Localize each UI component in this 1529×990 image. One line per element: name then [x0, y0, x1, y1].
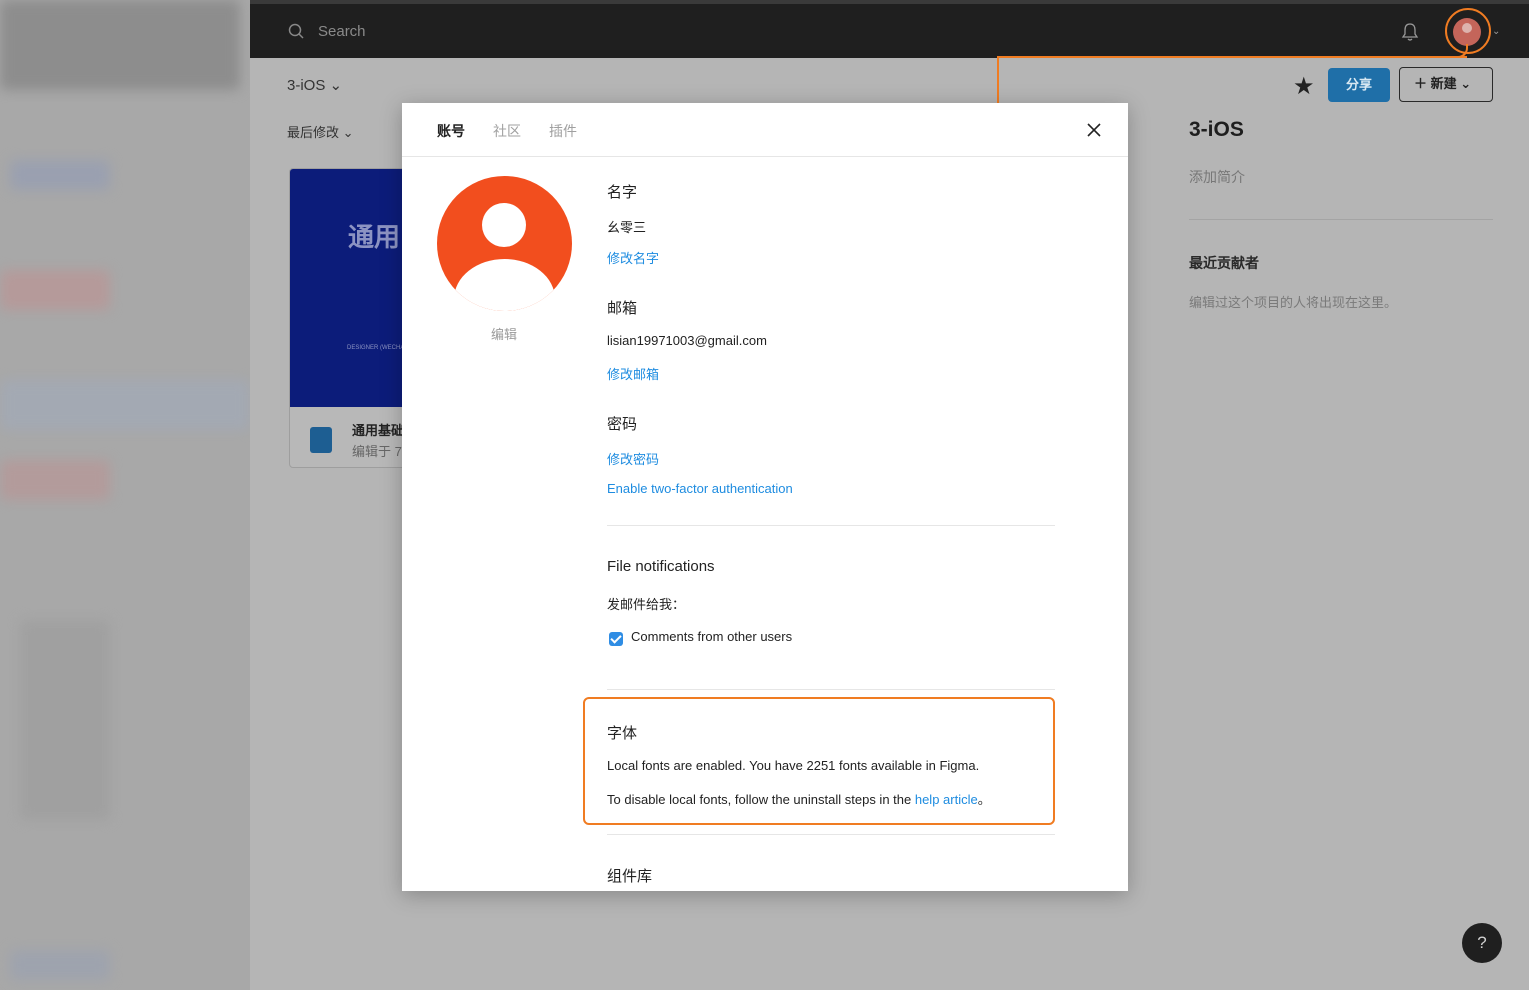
- tab-community[interactable]: 社区: [493, 121, 521, 141]
- account-settings-modal: 账号 社区 插件 编辑 名字 幺零三 修改名字 邮箱 lisian1997100…: [402, 103, 1128, 891]
- sidebar-item-blur: [0, 270, 110, 310]
- search-icon[interactable]: [288, 23, 304, 39]
- bell-icon[interactable]: [1401, 22, 1419, 42]
- edit-avatar-link[interactable]: 编辑: [491, 324, 517, 343]
- avatar-head: [482, 203, 526, 247]
- panel-title: 3-iOS: [1189, 118, 1244, 141]
- file-meta: 编辑于 7: [352, 444, 402, 459]
- comments-checkbox[interactable]: [609, 632, 623, 646]
- tab-account[interactable]: 账号: [437, 121, 465, 141]
- contributors-heading: 最近贡献者: [1189, 255, 1259, 271]
- annotation-line: [997, 56, 1467, 58]
- file-card[interactable]: 通用 DESIGNER (WECHA 通用基础 编辑于 7: [289, 168, 419, 468]
- new-button[interactable]: ＋ 新建 ⌄: [1399, 67, 1493, 102]
- project-title[interactable]: 3-iOS ⌄: [287, 76, 342, 94]
- search-input[interactable]: Search: [318, 23, 366, 40]
- fonts-disable-text: To disable local fonts, follow the unins…: [607, 789, 991, 808]
- email-me-label: 发邮件给我：: [607, 597, 686, 612]
- two-factor-link[interactable]: Enable two-factor authentication: [607, 481, 793, 496]
- top-bar: Search ⌄: [250, 4, 1529, 58]
- avatar-body: [454, 259, 555, 311]
- profile-avatar[interactable]: [437, 176, 572, 311]
- library-heading: 组件库: [607, 868, 653, 885]
- notifications-heading: File notifications: [607, 558, 715, 575]
- sort-dropdown[interactable]: 最后修改 ⌄: [287, 122, 354, 141]
- close-icon[interactable]: [1084, 120, 1104, 140]
- star-icon[interactable]: ★: [1293, 72, 1315, 101]
- sidebar-item-blur: [0, 380, 250, 430]
- contributors-empty-text: 编辑过这个项目的人将出现在这里。: [1189, 295, 1398, 310]
- email-value: lisian19971003@gmail.com: [607, 333, 767, 348]
- tab-plugins[interactable]: 插件: [549, 121, 577, 141]
- sidebar-item-blur: [10, 160, 110, 190]
- chevron-down-icon[interactable]: ⌄: [1492, 26, 1500, 37]
- section-divider: [607, 689, 1055, 690]
- share-button[interactable]: 分享: [1328, 68, 1390, 102]
- file-icon: [310, 427, 332, 453]
- sidebar-item-blur: [20, 620, 110, 820]
- change-password-link[interactable]: 修改密码: [607, 449, 659, 468]
- comments-checkbox-label[interactable]: Comments from other users: [631, 629, 792, 644]
- sidebar-item-blur: [0, 460, 110, 500]
- change-name-link[interactable]: 修改名字: [607, 248, 659, 267]
- sidebar: [0, 0, 250, 990]
- fonts-heading: 字体: [607, 725, 638, 742]
- name-value: 幺零三: [607, 220, 647, 235]
- password-heading: 密码: [607, 416, 638, 433]
- change-email-link[interactable]: 修改邮箱: [607, 364, 659, 383]
- sidebar-header-blur: [0, 0, 240, 90]
- file-thumbnail: 通用 DESIGNER (WECHA: [290, 169, 418, 407]
- file-name: 通用基础: [352, 423, 405, 438]
- add-description-link[interactable]: 添加简介: [1189, 167, 1245, 187]
- name-heading: 名字: [607, 184, 638, 201]
- fonts-disable-suffix: 。: [977, 792, 991, 807]
- fonts-disable-prefix: To disable local fonts, follow the unins…: [607, 792, 915, 807]
- fonts-status: Local fonts are enabled. You have 2251 f…: [607, 758, 980, 773]
- panel-divider: [1189, 219, 1493, 220]
- help-button[interactable]: ?: [1462, 923, 1502, 963]
- section-divider: [607, 525, 1055, 526]
- help-article-link[interactable]: help article: [915, 792, 978, 807]
- thumbnail-title: 通用: [348, 222, 401, 252]
- sidebar-item-blur: [10, 950, 110, 980]
- section-divider: [607, 834, 1055, 835]
- modal-tabs: 账号 社区 插件: [402, 103, 1128, 157]
- thumbnail-subtitle: DESIGNER (WECHA: [347, 345, 405, 351]
- email-heading: 邮箱: [607, 300, 638, 317]
